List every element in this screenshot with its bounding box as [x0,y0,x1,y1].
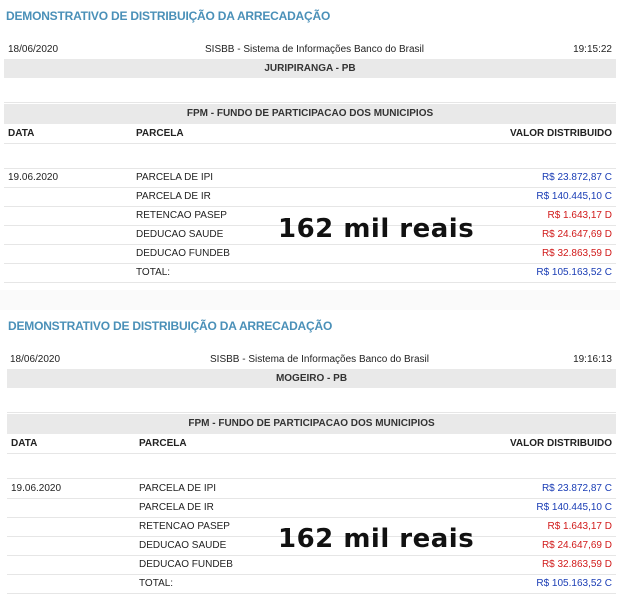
col-parcela-header: PARCELA [136,128,184,139]
table-row: 19.06.2020 PARCELA DE IPI R$ 23.872,87 C [4,169,616,188]
table-row-total: TOTAL: R$ 105.163,52 C [7,575,616,594]
valor-cell: R$ 32.863,59 D [541,559,612,570]
parcela-cell: PARCELA DE IR [139,502,214,513]
valor-cell: R$ 23.872,87 C [541,483,612,494]
report-panel-juripiranga: DEMONSTRATIVO DE DISTRIBUIÇÃO DA ARRECAD… [0,0,620,290]
table-header: DATA PARCELA VALOR DISTRIBUIDO [4,125,616,144]
parcela-cell: PARCELA DE IPI [136,172,214,183]
valor-cell: R$ 140.445,10 C [536,191,612,202]
parcela-cell: PARCELA DE IPI [139,483,217,494]
report-time: 19:15:22 [573,44,612,55]
valor-cell: R$ 140.445,10 C [536,502,612,513]
col-parcela-header: PARCELA [139,438,187,449]
entry-date: 19.06.2020 [8,172,59,183]
col-data-header: DATA [8,128,35,139]
entry-date: 19.06.2020 [11,483,62,494]
parcela-cell: RETENCAO PASEP [136,210,227,221]
report-system: SISBB - Sistema de Informações Banco do … [205,44,424,55]
report-title: DEMONSTRATIVO DE DISTRIBUIÇÃO DA ARRECAD… [6,9,331,23]
table-row: DEDUCAO FUNDEB R$ 32.863,59 D [4,245,616,264]
spacer-row [7,388,616,413]
col-data-header: DATA [11,438,38,449]
valor-cell: R$ 23.872,87 C [541,172,612,183]
panel-separator [0,290,620,310]
parcela-cell: TOTAL: [136,267,171,278]
spacer-row [7,454,616,479]
parcela-cell: TOTAL: [139,578,174,589]
municipality-band: MOGEIRO - PB [7,369,616,388]
valor-cell: R$ 105.163,52 C [536,578,612,589]
table-header: DATA PARCELA VALOR DISTRIBUIDO [7,435,616,454]
parcela-cell: RETENCAO PASEP [139,521,230,532]
parcela-cell: DEDUCAO FUNDEB [136,248,230,259]
table-row: DEDUCAO FUNDEB R$ 32.863,59 D [7,556,616,575]
valor-cell: R$ 105.163,52 C [536,267,612,278]
table-row: PARCELA DE IR R$ 140.445,10 C [4,188,616,207]
parcela-cell: DEDUCAO SAUDE [136,229,224,240]
overlay-caption: 162 mil reais [278,214,475,244]
col-valor-header: VALOR DISTRIBUIDO [509,438,612,449]
report-panel-mogeiro: DEMONSTRATIVO DE DISTRIBUIÇÃO DA ARRECAD… [3,310,620,604]
valor-cell: R$ 24.647,69 D [541,540,612,551]
report-date: 18/06/2020 [8,44,59,55]
table-row: 19.06.2020 PARCELA DE IPI R$ 23.872,87 C [7,480,616,499]
table-row: PARCELA DE IR R$ 140.445,10 C [7,499,616,518]
report-date: 18/06/2020 [10,354,61,365]
valor-cell: R$ 32.863,59 D [541,248,612,259]
parcela-cell: DEDUCAO FUNDEB [139,559,233,570]
spacer-row [4,78,616,103]
fund-band: FPM - FUNDO DE PARTICIPACAO DOS MUNICIPI… [4,104,616,124]
overlay-caption: 162 mil reais [278,524,475,554]
parcela-cell: PARCELA DE IR [136,191,211,202]
valor-cell: R$ 1.643,17 D [547,521,613,532]
municipality-band: JURIPIRANGA - PB [4,59,616,78]
report-time: 19:16:13 [573,354,612,365]
table-row-total: TOTAL: R$ 105.163,52 C [4,264,616,283]
spacer-row [4,144,616,169]
report-system: SISBB - Sistema de Informações Banco do … [210,354,429,365]
valor-cell: R$ 24.647,69 D [541,229,612,240]
fund-band: FPM - FUNDO DE PARTICIPACAO DOS MUNICIPI… [7,414,616,434]
parcela-cell: DEDUCAO SAUDE [139,540,227,551]
col-valor-header: VALOR DISTRIBUIDO [509,128,612,139]
report-title: DEMONSTRATIVO DE DISTRIBUIÇÃO DA ARRECAD… [8,319,333,333]
valor-cell: R$ 1.643,17 D [547,210,613,221]
